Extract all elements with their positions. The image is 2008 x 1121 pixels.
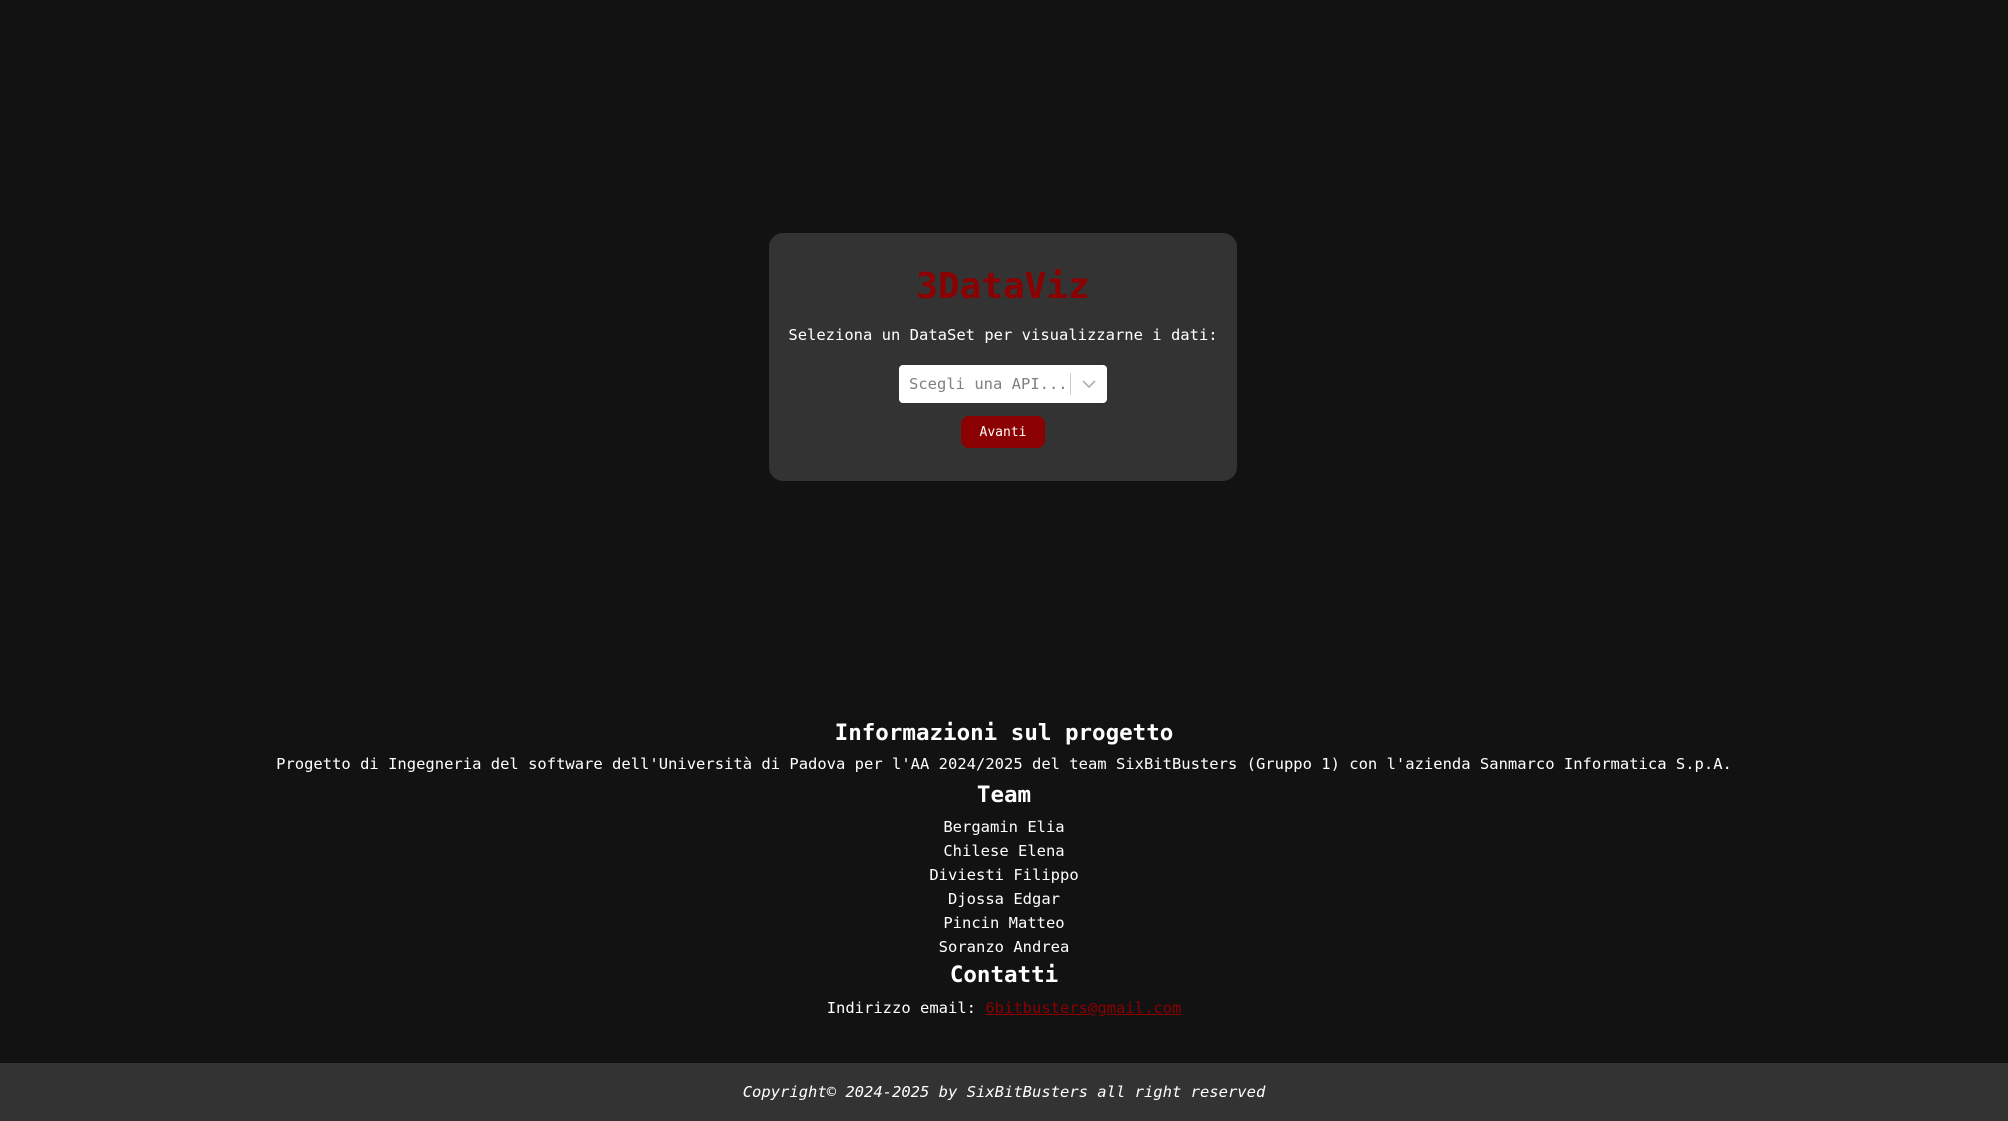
email-label: Indirizzo email: — [826, 999, 976, 1017]
copyright-text: Copyright© 2024-2025 by SixBitBusters al… — [742, 1083, 1266, 1101]
team-member: Diviesti Filippo — [929, 866, 1079, 884]
project-description: Progetto di Ingegneria del software dell… — [276, 755, 1732, 773]
team-member: Pincin Matteo — [943, 914, 1065, 932]
team-member: Djossa Edgar — [948, 890, 1060, 908]
team-member: Bergamin Elia — [943, 818, 1065, 836]
team-list: Bergamin Elia Chilese Elena Diviesti Fil… — [0, 815, 2008, 959]
dataset-selection-card: 3DataViz Seleziona un DataSet per visual… — [769, 233, 1237, 481]
api-select-placeholder: Scegli una API... — [909, 375, 1068, 393]
email-link[interactable]: 6bitbusters@gmail.com — [985, 999, 1181, 1017]
chevron-down-icon[interactable] — [1071, 365, 1107, 403]
project-info-section: Informazioni sul progetto Progetto di In… — [0, 717, 2008, 1023]
next-button[interactable]: Avanti — [961, 416, 1045, 448]
footer: Copyright© 2024-2025 by SixBitBusters al… — [0, 1063, 2008, 1121]
contacts-heading: Contatti — [949, 962, 1059, 988]
project-info-heading: Informazioni sul progetto — [834, 720, 1174, 746]
api-select[interactable]: Scegli una API... — [899, 365, 1107, 403]
contact-line: Indirizzo email: 6bitbusters@gmail.com — [0, 993, 2008, 1023]
app-title: 3DataViz — [916, 266, 1090, 307]
team-member: Chilese Elena — [943, 842, 1065, 860]
dataset-prompt: Seleziona un DataSet per visualizzarne i… — [788, 326, 1218, 344]
team-heading: Team — [976, 782, 1032, 808]
team-member: Soranzo Andrea — [938, 938, 1070, 956]
